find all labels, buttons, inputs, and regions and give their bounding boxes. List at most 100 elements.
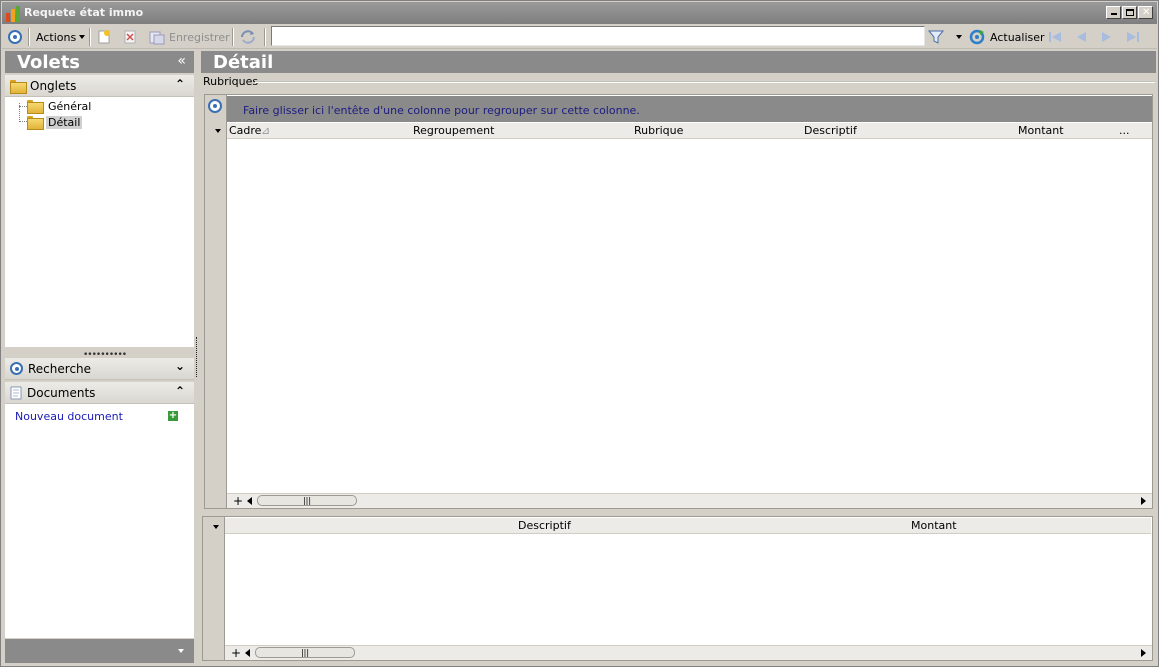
save-label: Enregistrer [169,30,230,44]
chevron-up-double-icon[interactable]: ⌃ [175,77,185,91]
chevron-down-icon [956,35,962,39]
sync-button[interactable] [239,28,257,46]
new-record-button[interactable] [96,28,112,46]
scroll-left-icon[interactable] [247,497,252,505]
column-header-montant[interactable]: Montant [911,519,957,532]
add-document-icon[interactable]: + [168,411,178,421]
save-icon [149,31,165,45]
grid-column-headers: Descriptif Montant [225,518,1151,534]
column-header-regroupement[interactable]: Regroupement [413,124,494,137]
folder-icon [10,79,27,94]
filter-button[interactable] [928,28,944,46]
maximize-icon [1126,9,1134,16]
delete-record-button[interactable] [122,28,138,46]
group-by-hint: Faire glisser ici l'entête d'une colonne… [243,104,640,117]
chevron-down-double-icon[interactable]: ⌄ [175,359,185,373]
last-record-icon[interactable] [1125,29,1141,45]
column-header-descriptif[interactable]: Descriptif [804,124,857,137]
save-button[interactable]: Enregistrer [148,28,230,46]
recherche-label: Recherche [28,361,92,376]
group-by-area[interactable]: Faire glisser ici l'entête d'une colonne… [227,96,1152,122]
refresh-label: Actualiser [990,30,1045,44]
chevron-down-icon [79,35,86,39]
chevron-down-icon[interactable] [213,525,219,529]
tree-item-label: Général [48,99,92,113]
scroll-right-icon[interactable] [1141,497,1146,505]
section-divider [255,81,1155,83]
horizontal-scrollbar[interactable]: + ||| [227,493,1152,508]
minimize-icon [1111,13,1117,15]
detail-title: Détail [213,52,274,73]
refresh-button[interactable]: Actualiser [969,28,1045,46]
column-header-rubrique[interactable]: Rubrique [634,124,683,137]
documents-label: Documents [27,385,96,400]
search-input[interactable] [271,26,925,46]
tree-item-detail[interactable]: Détail [27,115,83,130]
previous-record-icon[interactable] [1073,29,1089,45]
chevron-up-double-icon[interactable]: ⌃ [175,384,185,398]
grid-column-headers: Cadre ⊿ Regroupement Rubrique Descriptif… [227,123,1152,139]
close-button[interactable]: ✕ [1138,6,1153,19]
recherche-section-header[interactable]: Recherche ⌄ [5,358,194,380]
filter-dropdown[interactable] [953,28,962,46]
filter-icon [928,30,944,44]
sort-ascending-icon: ⊿ [261,124,271,137]
circle-target-icon[interactable] [208,99,222,113]
actions-menu-button[interactable]: Actions [36,28,86,46]
sync-icon [241,30,255,44]
column-header-cadre[interactable]: Cadre [229,124,261,137]
toolbar-separator [28,28,30,46]
rubriques-label: Rubriques [203,75,259,88]
toolbar-separator [89,28,91,46]
column-header-descriptif[interactable]: Descriptif [518,519,571,532]
add-row-icon[interactable]: + [231,646,241,660]
refresh-icon [969,29,985,45]
next-record-icon[interactable] [1099,29,1115,45]
toolbar: Actions Enregistrer Actualiser [2,25,1157,49]
detail-grid: Descriptif Montant + ||| [202,516,1153,661]
new-document-link[interactable]: Nouveau document [15,410,123,423]
window-title: Requete état immo [24,6,144,19]
app-icon [6,6,20,22]
grid-row-selector [205,95,227,508]
chevron-down-icon[interactable] [178,649,184,653]
scrollbar-thumb[interactable]: ||| [255,647,355,658]
onglets-section-header[interactable]: Onglets ⌃ [5,75,194,97]
tree-item-label: Détail [46,115,83,129]
onglets-tree: Général Détail [5,97,194,347]
tree-line [19,121,27,122]
collapse-panel-icon[interactable]: « [177,53,186,69]
grid-row-selector [203,517,225,660]
detail-header: Détail [201,51,1156,73]
chevron-down-icon[interactable] [215,129,221,133]
toolbar-separator [232,28,234,46]
left-panel: Volets « Onglets ⌃ Général Détail ••••••… [5,51,194,663]
left-panel-footer [5,639,194,663]
documents-section-header[interactable]: Documents ⌃ [5,382,194,404]
scroll-left-icon[interactable] [245,649,250,657]
panel-splitter[interactable] [196,337,198,377]
documents-body: Nouveau document + [5,404,194,638]
close-icon: ✕ [1142,7,1151,18]
maximize-button[interactable] [1122,6,1137,19]
scrollbar-thumb[interactable]: ||| [257,495,357,506]
add-row-icon[interactable]: + [233,494,243,508]
delete-icon [124,30,136,44]
tree-item-general[interactable]: Général [27,99,93,114]
folder-open-icon [27,116,44,130]
tree-line [19,106,27,107]
volets-title: Volets [17,52,81,73]
toolbar-home-button[interactable] [8,28,22,46]
rubriques-grid: Faire glisser ici l'entête d'une colonne… [204,94,1153,509]
title-bar: Requete état immo ✕ [2,2,1157,24]
horizontal-scrollbar[interactable]: + ||| [225,645,1152,660]
minimize-button[interactable] [1106,6,1121,19]
first-record-icon[interactable] [1047,29,1063,45]
app-window: Requete état immo ✕ Actions Enregistrer [0,0,1159,667]
column-chooser-button[interactable]: ... [1119,124,1130,137]
new-document-icon [98,30,110,44]
scroll-right-icon[interactable] [1141,649,1146,657]
column-header-montant[interactable]: Montant [1018,124,1064,137]
onglets-label: Onglets [30,78,77,93]
actions-label: Actions [36,30,77,44]
